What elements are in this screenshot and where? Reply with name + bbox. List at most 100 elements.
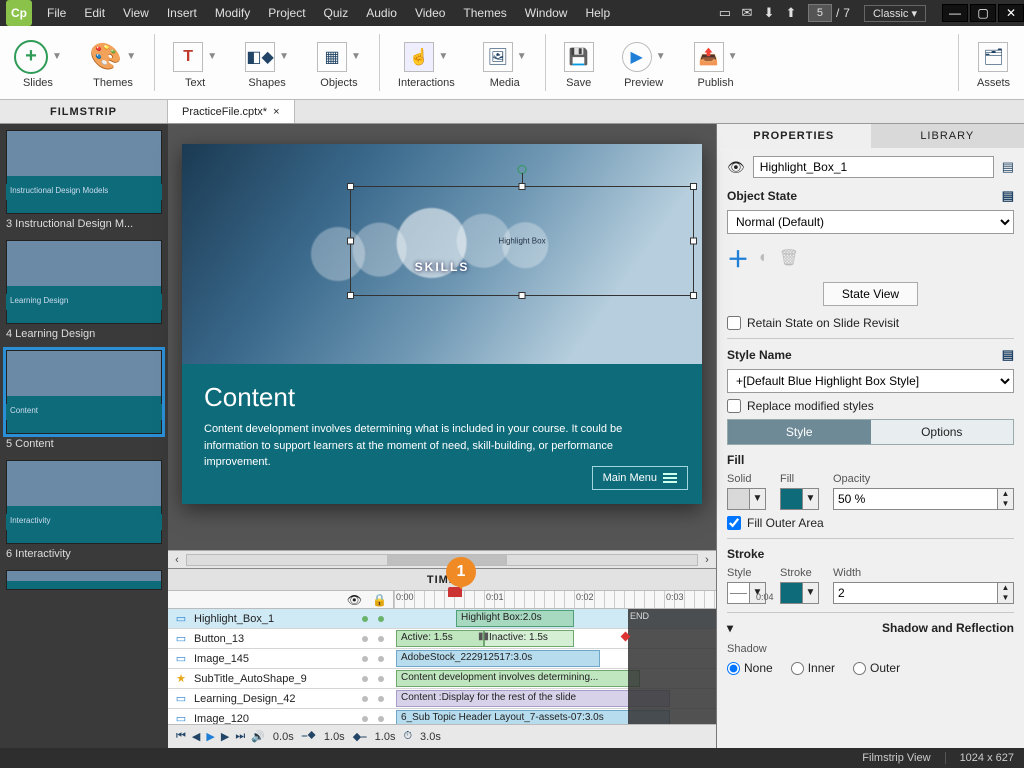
stage[interactable]: SKILLS Highlight Box Content Content dev… <box>168 124 716 550</box>
document-tabs: FILMSTRIP PracticeFile.cptx* × <box>0 100 1024 124</box>
stroke-heading: Stroke <box>727 547 764 561</box>
menu-edit[interactable]: Edit <box>75 0 114 26</box>
tl-audio-icon[interactable]: 🔊 <box>251 730 265 743</box>
add-state-icon[interactable]: ＋ <box>727 242 749 274</box>
eye-icon[interactable]: 👁 <box>347 593 362 607</box>
timeline-ruler[interactable]: 👁 🔒 0:00 0:01 0:02 0:03 0:04 <box>168 591 716 609</box>
opacity-input[interactable]: ▲▼ <box>833 488 1014 510</box>
ribbon-themes[interactable]: 🎨▼ Themes <box>76 26 150 99</box>
ribbon-save[interactable]: 💾 Save <box>550 26 608 99</box>
fill-swatch[interactable]: ▼ <box>780 488 819 510</box>
object-state-heading: Object State <box>727 189 797 203</box>
stroke-width-input[interactable]: ▲▼ <box>833 582 1014 604</box>
panel-menu-icon[interactable]: ▤ <box>1002 188 1014 204</box>
upload-icon[interactable]: ⬆ <box>780 5 802 21</box>
menu-quiz[interactable]: Quiz <box>315 0 358 26</box>
prev-state-icon: ◐ <box>759 249 769 267</box>
state-select[interactable]: Normal (Default) <box>727 210 1014 234</box>
tab-library[interactable]: LIBRARY <box>871 124 1024 148</box>
tl-last-icon[interactable]: ⏭ <box>235 730 245 743</box>
window-maximize[interactable]: ▢ <box>970 4 996 22</box>
tl-marker-a-icon[interactable]: ⎯◆ <box>302 730 316 743</box>
ribbon-preview[interactable]: ▶▼ Preview <box>608 26 680 99</box>
menu-bar: Cp File Edit View Insert Modify Project … <box>0 0 1024 26</box>
slide-thumb-4[interactable]: Learning Design 4 Learning Design <box>6 240 162 340</box>
menu-modify[interactable]: Modify <box>206 0 259 26</box>
ribbon-slides[interactable]: +▼ Slides <box>0 26 76 99</box>
fill-heading: Fill <box>727 453 744 467</box>
playhead[interactable] <box>454 587 456 724</box>
slide-thumb-7[interactable] <box>6 570 162 590</box>
ribbon-text[interactable]: T▼ Text <box>159 26 231 99</box>
ribbon-publish[interactable]: 📤▼ Publish <box>680 26 752 99</box>
slide-body: Content development involves determining… <box>204 421 644 471</box>
content-band: Content Content development involves det… <box>182 364 702 504</box>
lock-icon[interactable]: 🔒 <box>372 593 387 607</box>
delete-state-icon: 🗑 <box>779 248 799 268</box>
slide-title: Content <box>204 382 680 413</box>
menu-view[interactable]: View <box>114 0 158 26</box>
monitor-icon[interactable]: ▭ <box>714 5 736 21</box>
slide-canvas[interactable]: SKILLS Highlight Box Content Content dev… <box>182 144 702 504</box>
ribbon-objects[interactable]: ▦▼ Objects <box>303 26 375 99</box>
menu-file[interactable]: File <box>38 0 75 26</box>
ribbon-interactions[interactable]: ☝▼ Interactions <box>384 26 469 99</box>
inspector-panel: PROPERTIES LIBRARY 👁 ▤ Object State ▤ No… <box>716 124 1024 748</box>
panel-menu-icon[interactable]: ▤ <box>1002 159 1014 175</box>
filmstrip-panel[interactable]: Instructional Design Models 3 Instructio… <box>0 124 168 748</box>
object-name-input[interactable] <box>753 156 994 178</box>
ribbon: +▼ Slides 🎨▼ Themes T▼ Text ◧◆▼ Shapes ▦… <box>0 26 1024 100</box>
stroke-color-swatch[interactable]: ▼ <box>780 582 819 604</box>
slide-thumb-5[interactable]: Content 5 Content <box>6 350 162 450</box>
shadow-outer-radio[interactable] <box>853 662 866 675</box>
mail-icon[interactable]: ✉ <box>736 5 758 21</box>
replace-styles-checkbox[interactable] <box>727 399 741 413</box>
ribbon-media[interactable]: 🖼▼ Media <box>469 26 541 99</box>
stage-area: SKILLS Highlight Box Content Content dev… <box>168 124 716 748</box>
menu-window[interactable]: Window <box>516 0 577 26</box>
tab-properties[interactable]: PROPERTIES <box>717 124 871 148</box>
annotation-marker-1: 1 <box>446 557 476 587</box>
solid-swatch[interactable]: ▼ <box>727 488 766 510</box>
window-minimize[interactable]: — <box>942 4 968 22</box>
status-dims: 1024 x 627 <box>960 752 1014 764</box>
retain-state-checkbox[interactable] <box>727 316 741 330</box>
tl-play-icon[interactable]: ▶ <box>206 730 214 743</box>
menu-project[interactable]: Project <box>259 0 314 26</box>
timeline-controls: ⏮ ◀ ▶ ▶ ⏭ 🔊 0.0s ⎯◆1.0s ◆⎯1.0s ⏱3.0s <box>168 724 716 748</box>
main-menu-button[interactable]: Main Menu <box>592 466 688 490</box>
tl-next-icon[interactable]: ▶ <box>221 730 229 743</box>
shadow-none-radio[interactable] <box>727 662 740 675</box>
window-close[interactable]: ✕ <box>998 4 1024 22</box>
stage-scrollbar[interactable]: ‹› <box>168 550 716 568</box>
current-slide[interactable]: 5 <box>808 4 832 22</box>
state-view-button[interactable]: State View <box>823 282 918 306</box>
ribbon-assets[interactable]: 🗂 Assets <box>963 26 1024 99</box>
ribbon-shapes[interactable]: ◧◆▼ Shapes <box>231 26 303 99</box>
workspace-dropdown[interactable]: Classic ▾ <box>864 5 926 22</box>
menu-video[interactable]: Video <box>406 0 454 26</box>
menu-audio[interactable]: Audio <box>357 0 406 26</box>
shadow-inner-radio[interactable] <box>791 662 804 675</box>
visibility-icon[interactable]: 👁 <box>727 159 745 176</box>
panel-menu-icon[interactable]: ▤ <box>1002 347 1014 363</box>
close-tab-icon[interactable]: × <box>273 106 279 118</box>
tl-prev-icon[interactable]: ◀ <box>192 730 200 743</box>
tl-dur-icon[interactable]: ⏱ <box>403 730 412 743</box>
menu-help[interactable]: Help <box>576 0 619 26</box>
total-slides: 7 <box>843 6 850 20</box>
menu-insert[interactable]: Insert <box>158 0 206 26</box>
tl-first-icon[interactable]: ⏮ <box>176 730 186 743</box>
highlight-box-label: Highlight Box <box>498 237 545 246</box>
fill-outer-checkbox[interactable] <box>727 516 741 530</box>
subtab-style[interactable]: Style <box>728 420 871 444</box>
download-icon[interactable]: ⬇ <box>758 5 780 21</box>
style-name-select[interactable]: +[Default Blue Highlight Box Style] <box>727 369 1014 393</box>
file-tab[interactable]: PracticeFile.cptx* × <box>168 100 295 123</box>
slide-thumb-6[interactable]: Interactivity 6 Interactivity <box>6 460 162 560</box>
subtab-options[interactable]: Options <box>871 420 1014 444</box>
menu-themes[interactable]: Themes <box>454 0 515 26</box>
slide-thumb-3[interactable]: Instructional Design Models 3 Instructio… <box>6 130 162 230</box>
highlight-box-selection[interactable]: Highlight Box <box>350 186 694 296</box>
tl-marker-b-icon[interactable]: ◆⎯ <box>353 730 367 744</box>
